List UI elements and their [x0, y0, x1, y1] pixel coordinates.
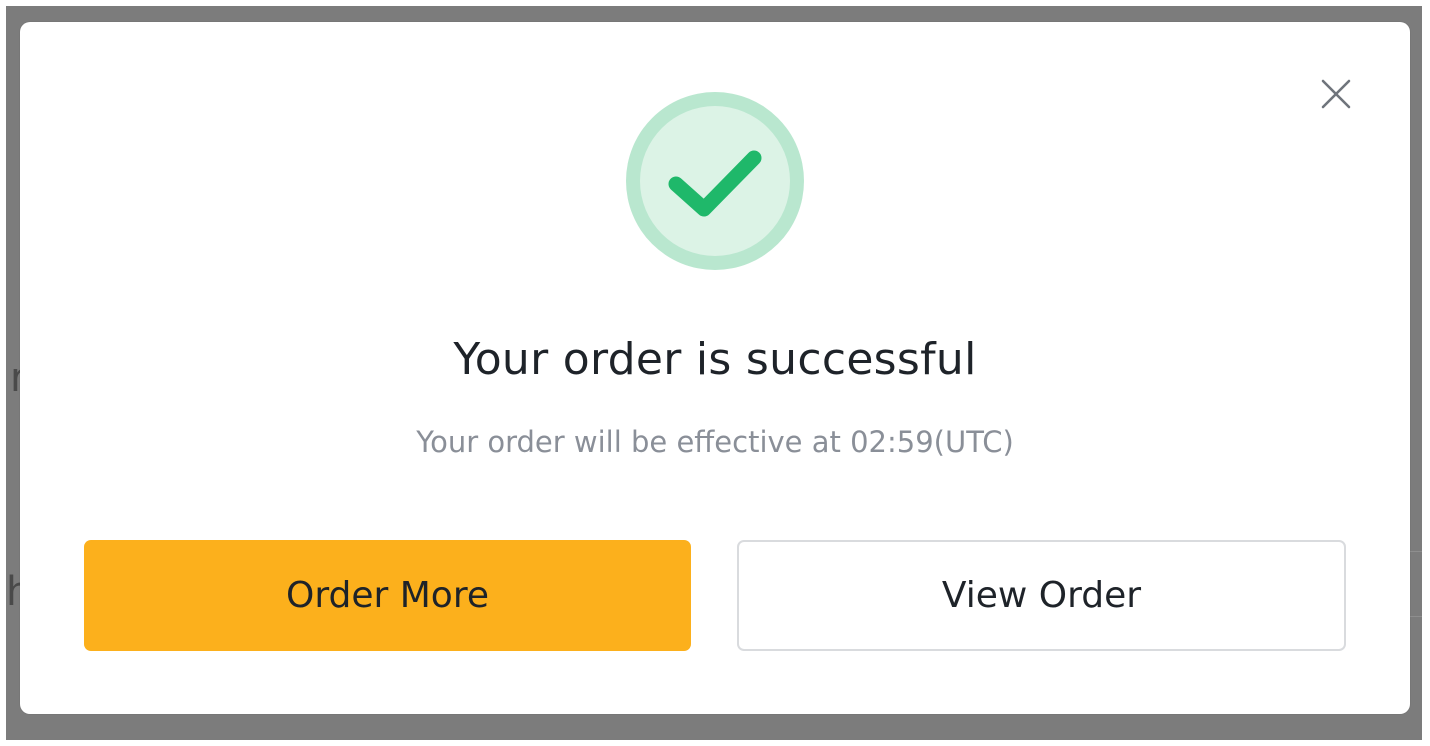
close-button[interactable]: [1316, 74, 1356, 114]
checkmark-icon: [626, 92, 804, 270]
view-order-button[interactable]: View Order: [737, 540, 1346, 651]
close-icon: [1321, 79, 1351, 109]
dialog-title: Your order is successful: [453, 334, 977, 385]
order-more-button[interactable]: Order More: [84, 540, 691, 651]
dialog-message: Your order will be effective at 02:59(UT…: [416, 425, 1014, 459]
